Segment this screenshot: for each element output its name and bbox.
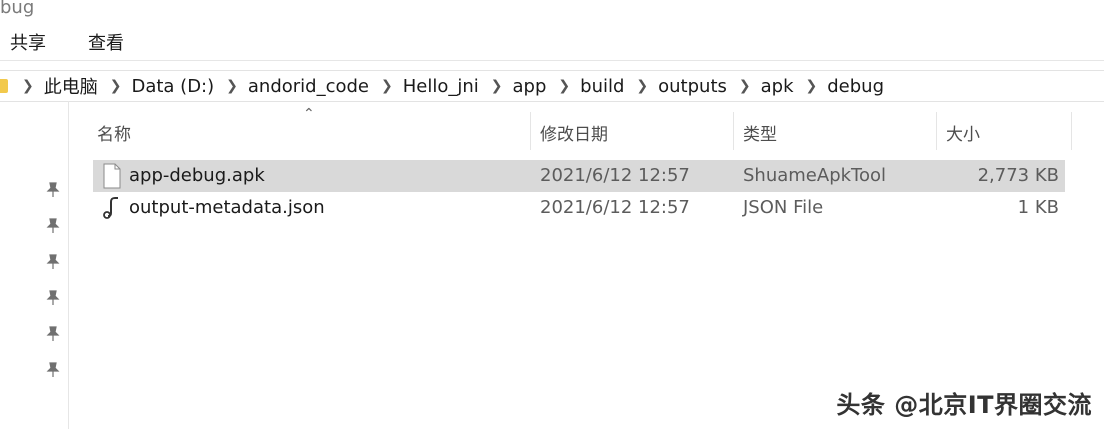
pin-icon[interactable] <box>44 325 62 343</box>
chevron-right-icon[interactable]: ❯ <box>636 78 648 94</box>
breadcrumb-item[interactable]: app <box>513 76 547 97</box>
chevron-right-icon[interactable]: ❯ <box>381 78 393 94</box>
file-icon <box>103 163 121 189</box>
breadcrumb-item[interactable]: Data (D:) <box>131 76 214 97</box>
file-name: app-debug.apk <box>129 165 265 186</box>
ribbon-tab-view[interactable]: 查看 <box>88 29 124 55</box>
sort-up-icon: ⌃ <box>303 106 315 122</box>
pin-icon[interactable] <box>44 181 62 199</box>
chevron-right-icon[interactable]: ❯ <box>739 78 751 94</box>
file-size: 1 KB <box>1017 197 1059 218</box>
breadcrumb-item[interactable]: Hello_jni <box>403 76 479 97</box>
column-divider[interactable] <box>1071 112 1072 150</box>
file-name: output-metadata.json <box>129 197 325 218</box>
column-divider[interactable] <box>936 112 937 150</box>
file-date: 2021/6/12 12:57 <box>540 197 690 218</box>
json-file-icon <box>103 197 118 219</box>
column-size-header[interactable]: 大小 <box>946 120 980 145</box>
file-row[interactable]: app-debug.apk 2021/6/12 12:57 ShuameApkT… <box>93 160 1065 192</box>
window-title: bug <box>0 0 35 18</box>
navigation-pane <box>0 101 69 429</box>
breadcrumb-item[interactable]: debug <box>827 76 884 97</box>
folder-icon <box>0 79 8 93</box>
chevron-right-icon[interactable]: ❯ <box>22 78 34 94</box>
ribbon-tab-share[interactable]: 共享 <box>10 29 46 55</box>
breadcrumb-item[interactable]: 此电脑 <box>44 73 98 99</box>
pin-icon[interactable] <box>44 361 62 379</box>
column-divider[interactable] <box>530 112 531 150</box>
column-date-header[interactable]: 修改日期 <box>540 120 608 145</box>
address-bar[interactable]: ❯ 此电脑 ❯ Data (D:) ❯ andorid_code ❯ Hello… <box>0 70 1104 102</box>
column-name-header[interactable]: 名称 <box>97 120 131 145</box>
ribbon: 共享 查看 <box>0 22 1104 61</box>
chevron-right-icon[interactable]: ❯ <box>491 78 503 94</box>
file-date: 2021/6/12 12:57 <box>540 165 690 186</box>
file-row[interactable]: output-metadata.json 2021/6/12 12:57 JSO… <box>93 192 1065 224</box>
breadcrumb-item[interactable]: outputs <box>658 76 727 97</box>
file-type: ShuameApkTool <box>743 165 887 186</box>
watermark: 头条 @北京IT界圈交流 <box>836 391 1092 419</box>
column-divider[interactable] <box>733 112 734 150</box>
breadcrumb-item[interactable]: build <box>580 76 624 97</box>
file-size: 2,773 KB <box>977 165 1059 186</box>
breadcrumb-item[interactable]: andorid_code <box>248 76 369 97</box>
chevron-right-icon[interactable]: ❯ <box>226 78 238 94</box>
breadcrumb-item[interactable]: apk <box>761 76 794 97</box>
file-type: JSON File <box>743 197 824 218</box>
column-header: ⌃ 名称 修改日期 类型 大小 <box>90 106 1072 150</box>
column-type-header[interactable]: 类型 <box>743 120 777 145</box>
pin-icon[interactable] <box>44 217 62 235</box>
chevron-right-icon[interactable]: ❯ <box>806 78 818 94</box>
pin-icon[interactable] <box>44 289 62 307</box>
chevron-right-icon[interactable]: ❯ <box>110 78 122 94</box>
pin-icon[interactable] <box>44 253 62 271</box>
chevron-right-icon[interactable]: ❯ <box>558 78 570 94</box>
